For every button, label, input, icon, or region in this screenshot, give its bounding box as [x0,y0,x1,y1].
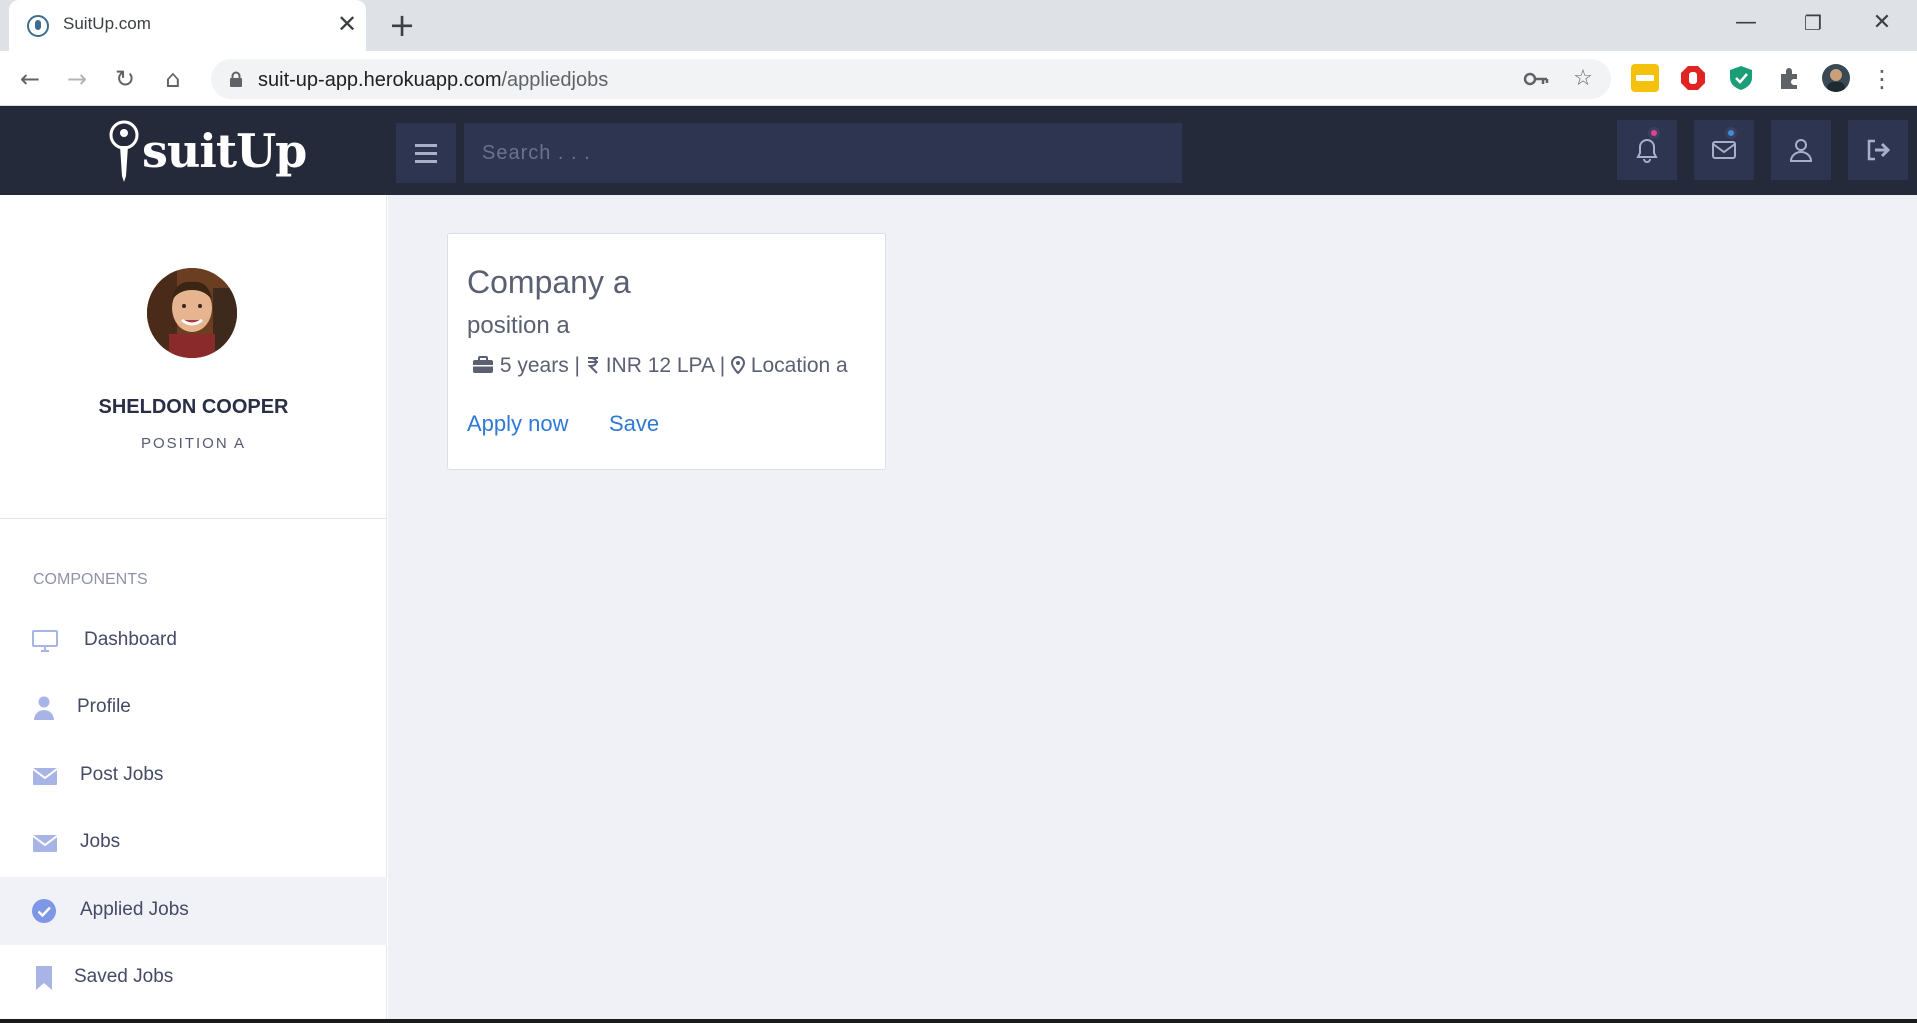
back-icon[interactable]: ← [14,63,46,95]
sidebar-item-dashboard[interactable]: Dashboard [0,607,387,675]
extensions-puzzle-icon[interactable] [1775,64,1803,92]
apply-now-button[interactable]: Apply now [467,411,569,437]
sidebar-item-jobs[interactable]: Jobs [0,809,387,877]
save-job-button[interactable]: Save [609,411,659,437]
sidebar: SHELDON COOPER POSITION A COMPONENTS Das… [0,195,387,1023]
reload-icon[interactable]: ↻ [109,63,141,95]
user-name: SHELDON COOPER [98,396,289,418]
map-marker-icon [730,356,745,374]
sidebar-item-label: Post Jobs [80,764,164,785]
logo[interactable]: suitUp [104,114,307,188]
bookmark-icon [36,966,52,990]
browser-tab[interactable]: SuitUp.com ✕ [9,0,366,51]
job-experience: 5 years [499,354,569,377]
main-content: Company a position a 5 years | INR 12 LP… [388,195,1917,1023]
job-card: Company a position a 5 years | INR 12 LP… [447,233,886,470]
envelope-icon [32,835,58,852]
sidebar-item-label: Applied Jobs [80,899,189,920]
sidebar-item-saved-jobs[interactable]: Saved Jobs [0,944,387,1012]
rupee-icon [587,357,598,374]
divider [0,518,387,519]
url-text: suit-up-app.herokuapp.com/appliedjobs [258,69,609,91]
sidebar-item-label: Profile [77,696,131,717]
bell-icon [1636,138,1658,163]
search-input[interactable] [464,123,1182,183]
sidebar-item-label: Dashboard [84,629,177,650]
browser-menu-icon[interactable]: ⋮ [1870,63,1894,95]
sidebar-item-profile[interactable]: Profile [0,674,387,742]
star-icon[interactable]: ☆ [1569,65,1597,93]
sidebar-item-label: Saved Jobs [74,966,174,987]
section-label: COMPONENTS [33,571,148,588]
avatar [147,268,237,358]
check-circle-icon [32,899,56,923]
key-icon[interactable] [1523,69,1549,89]
briefcase-icon [473,356,493,373]
sidebar-item-label: Jobs [80,831,121,852]
extension-password-icon[interactable] [1631,64,1659,92]
browser-toolbar: ← → ↻ ⌂ suit-up-app.herokuapp.com/applie… [0,51,1917,106]
message-dot [1725,127,1737,139]
sidebar-item-applied-jobs[interactable]: Applied Jobs [0,877,387,945]
monitor-icon [32,630,58,652]
user-icon [34,696,54,720]
tab-title: SuitUp.com [63,14,151,33]
job-meta: 5 years | INR 12 LPA | Location a [472,354,848,378]
user-icon [1789,139,1813,162]
envelope-icon [32,768,58,785]
job-location: Location a [750,354,848,377]
sign-out-icon [1867,139,1891,161]
notification-dot [1648,127,1660,139]
lock-icon [230,71,242,87]
company-name: Company a [467,264,631,300]
favicon-icon [27,15,49,37]
messages-button[interactable] [1694,120,1754,180]
logo-text: suitUp [142,124,307,178]
profile-button[interactable] [1771,120,1831,180]
job-salary: INR 12 LPA [605,354,714,377]
restore-button[interactable]: ❐ [1793,8,1833,38]
envelope-icon [1712,141,1736,159]
tab-close-icon[interactable]: ✕ [334,11,360,37]
user-position: POSITION A [140,435,247,452]
extension-shield-icon[interactable] [1727,64,1755,92]
taskbar-edge [0,1019,1917,1023]
meta-separator: | [713,354,731,377]
menu-toggle-button[interactable] [396,123,456,183]
extension-adblock-icon[interactable] [1679,64,1707,92]
home-icon[interactable]: ⌂ [157,63,189,95]
logout-button[interactable] [1848,120,1908,180]
sidebar-item-post-jobs[interactable]: Post Jobs [0,742,387,810]
job-position: position a [467,312,570,339]
meta-separator: | [568,354,586,377]
app-header: suitUp [0,106,1917,195]
notifications-button[interactable] [1617,120,1677,180]
close-window-button[interactable]: ✕ [1862,8,1902,38]
forward-icon[interactable]: → [61,63,93,95]
browser-tabstrip: SuitUp.com ✕ + — ❐ ✕ [0,0,1917,51]
new-tab-button[interactable]: + [386,9,418,41]
profile-avatar[interactable] [1822,64,1850,92]
minimize-button[interactable]: — [1726,8,1766,38]
logo-mark-icon [109,120,139,182]
address-bar[interactable]: suit-up-app.herokuapp.com/appliedjobs ☆ [211,59,1611,99]
